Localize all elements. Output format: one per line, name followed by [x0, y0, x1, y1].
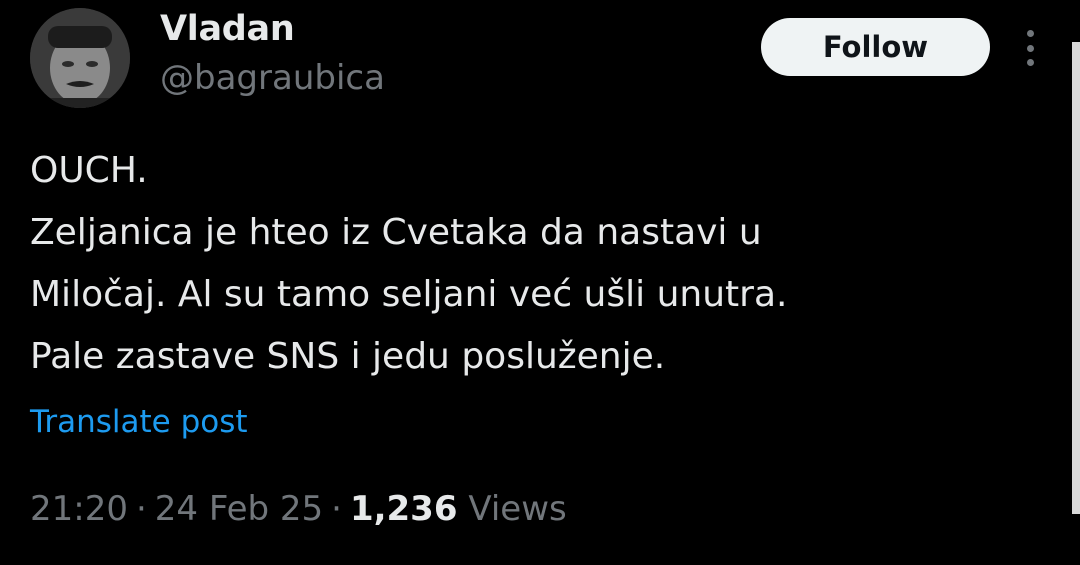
- translate-post-link[interactable]: Translate post: [30, 404, 248, 440]
- tweet-line: Zeljanica je hteo iz Cvetaka da nastavi …: [30, 212, 762, 253]
- separator: ·: [135, 489, 147, 529]
- dot-icon: [1026, 30, 1034, 37]
- tweet-date[interactable]: 24 Feb 25: [155, 489, 323, 529]
- tweet-text: OUCH. Zeljanica je hteo iz Cvetaka da na…: [30, 140, 1030, 388]
- views-count: 1,236: [349, 489, 458, 529]
- tweet-line: Pale zastave SNS i jedu posluženje.: [30, 336, 666, 377]
- dot-icon: [1026, 59, 1034, 66]
- dot-icon: [1026, 44, 1034, 52]
- user-handle[interactable]: @bagraubica: [160, 58, 385, 98]
- avatar[interactable]: [30, 8, 130, 108]
- display-name[interactable]: Vladan: [160, 9, 295, 49]
- tweet-metadata: 21:20 · 24 Feb 25 · 1,236 Views: [30, 489, 567, 529]
- tweet-line: OUCH.: [30, 150, 148, 191]
- follow-button[interactable]: Follow: [761, 18, 990, 76]
- tweet-time[interactable]: 21:20: [30, 489, 128, 529]
- separator: ·: [331, 489, 342, 529]
- more-vertical-icon[interactable]: [1020, 30, 1040, 66]
- tweet-line: Miločaj. Al su tamo seljani već ušli unu…: [30, 274, 788, 315]
- avatar-photo: [30, 8, 130, 108]
- scrollbar[interactable]: [1072, 42, 1080, 514]
- views-label: Views: [468, 489, 567, 529]
